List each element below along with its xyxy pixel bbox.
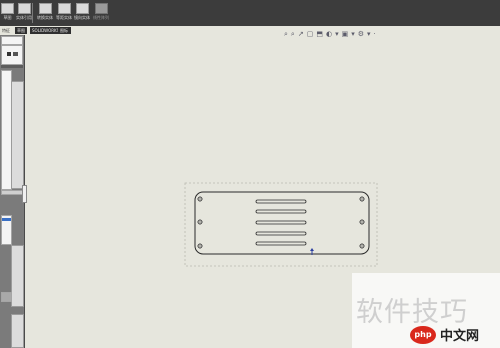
vent-slot[interactable] [255,231,307,236]
vent-slot[interactable] [255,209,307,214]
mounting-hole-top-right[interactable] [359,196,365,202]
mounting-hole-mid-left[interactable] [197,219,203,225]
mounting-hole-top-left[interactable] [197,196,203,202]
watermark-logo: php 中文网 [410,325,479,344]
vent-slots [255,199,307,246]
vent-slot[interactable] [255,220,307,225]
mounting-hole-mid-right[interactable] [359,219,365,225]
vent-slot[interactable] [255,199,307,204]
mounting-hole-bottom-right[interactable] [359,243,365,249]
mounting-holes [197,196,365,249]
watermark-text: 软件技巧 [356,297,468,328]
watermark-site-name: 中文网 [440,329,480,344]
mounting-hole-bottom-left[interactable] [197,243,203,249]
vent-slot[interactable] [255,241,307,246]
php-logo-icon: php [410,325,436,344]
